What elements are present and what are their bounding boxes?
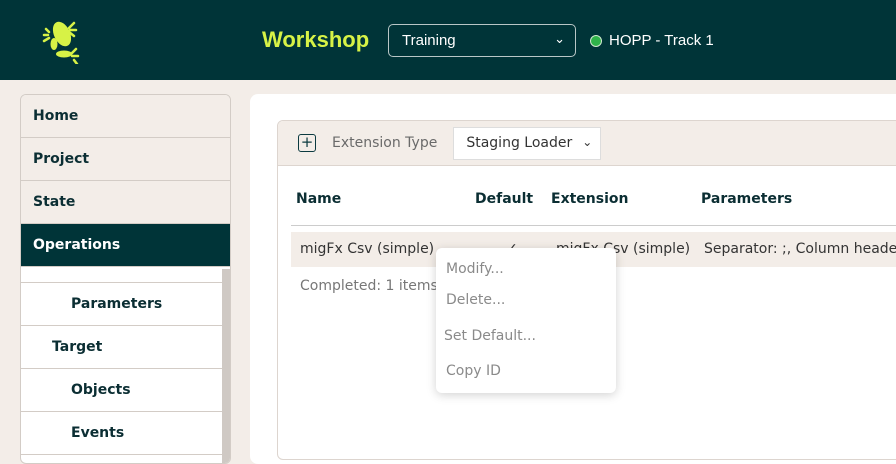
cell-name: migFx Csv (simple) xyxy=(300,241,435,257)
app-title: Workshop xyxy=(262,27,370,52)
status-label: HOPP - Track 1 xyxy=(609,32,714,49)
header-divider xyxy=(291,225,896,226)
sidebar-item-home[interactable]: Home xyxy=(21,95,230,138)
context-menu: Modify... Delete... Set Default... Copy … xyxy=(436,248,616,393)
extension-type-label: Extension Type xyxy=(332,135,438,151)
sidebar-item-objects[interactable]: Objects xyxy=(21,369,224,412)
sidebar-item-events[interactable]: Events xyxy=(21,412,224,455)
column-header-extension[interactable]: Extension xyxy=(551,191,628,207)
status-dot-icon xyxy=(590,34,602,47)
sidebar-scrollbar[interactable] xyxy=(222,269,230,463)
column-header-name[interactable]: Name xyxy=(296,191,341,207)
toolbar: + Extension Type Staging Loader ⌄ xyxy=(278,121,896,166)
status-text: Completed: 1 items xyxy=(300,278,438,294)
sidebar-item-partial xyxy=(21,267,224,283)
sidebar-item-operations[interactable]: Operations xyxy=(21,224,230,267)
sidebar-item-project[interactable]: Project xyxy=(21,138,230,181)
sidebar: Home Project State Operations Parameters… xyxy=(20,94,231,464)
cell-parameters: Separator: ;, Column headers: xyxy=(704,241,896,257)
app-header: Workshop Training ⌄ HOPP - Track 1 xyxy=(0,0,896,80)
sidebar-item-parameters[interactable]: Parameters xyxy=(21,283,224,326)
extension-type-value: Staging Loader xyxy=(466,134,573,151)
add-extension-button[interactable]: + xyxy=(298,134,316,152)
connection-status: HOPP - Track 1 xyxy=(590,32,714,49)
column-header-default[interactable]: Default xyxy=(475,191,533,207)
chevron-down-icon: ⌄ xyxy=(554,31,565,46)
menu-item-delete[interactable]: Delete... xyxy=(446,292,505,308)
sidebar-item-state[interactable]: State xyxy=(21,181,230,224)
environment-value: Training xyxy=(402,32,456,49)
menu-item-copy-id[interactable]: Copy ID xyxy=(446,363,501,379)
column-header-parameters[interactable]: Parameters xyxy=(701,191,792,207)
environment-select[interactable]: Training ⌄ xyxy=(388,24,576,57)
extension-type-select[interactable]: Staging Loader ⌄ xyxy=(453,126,602,160)
chevron-down-icon: ⌄ xyxy=(582,134,593,149)
menu-item-modify[interactable]: Modify... xyxy=(446,261,504,277)
sidebar-item-target[interactable]: Target xyxy=(21,326,224,369)
menu-item-set-default[interactable]: Set Default... xyxy=(444,328,536,344)
frog-logo-icon[interactable] xyxy=(40,16,84,64)
